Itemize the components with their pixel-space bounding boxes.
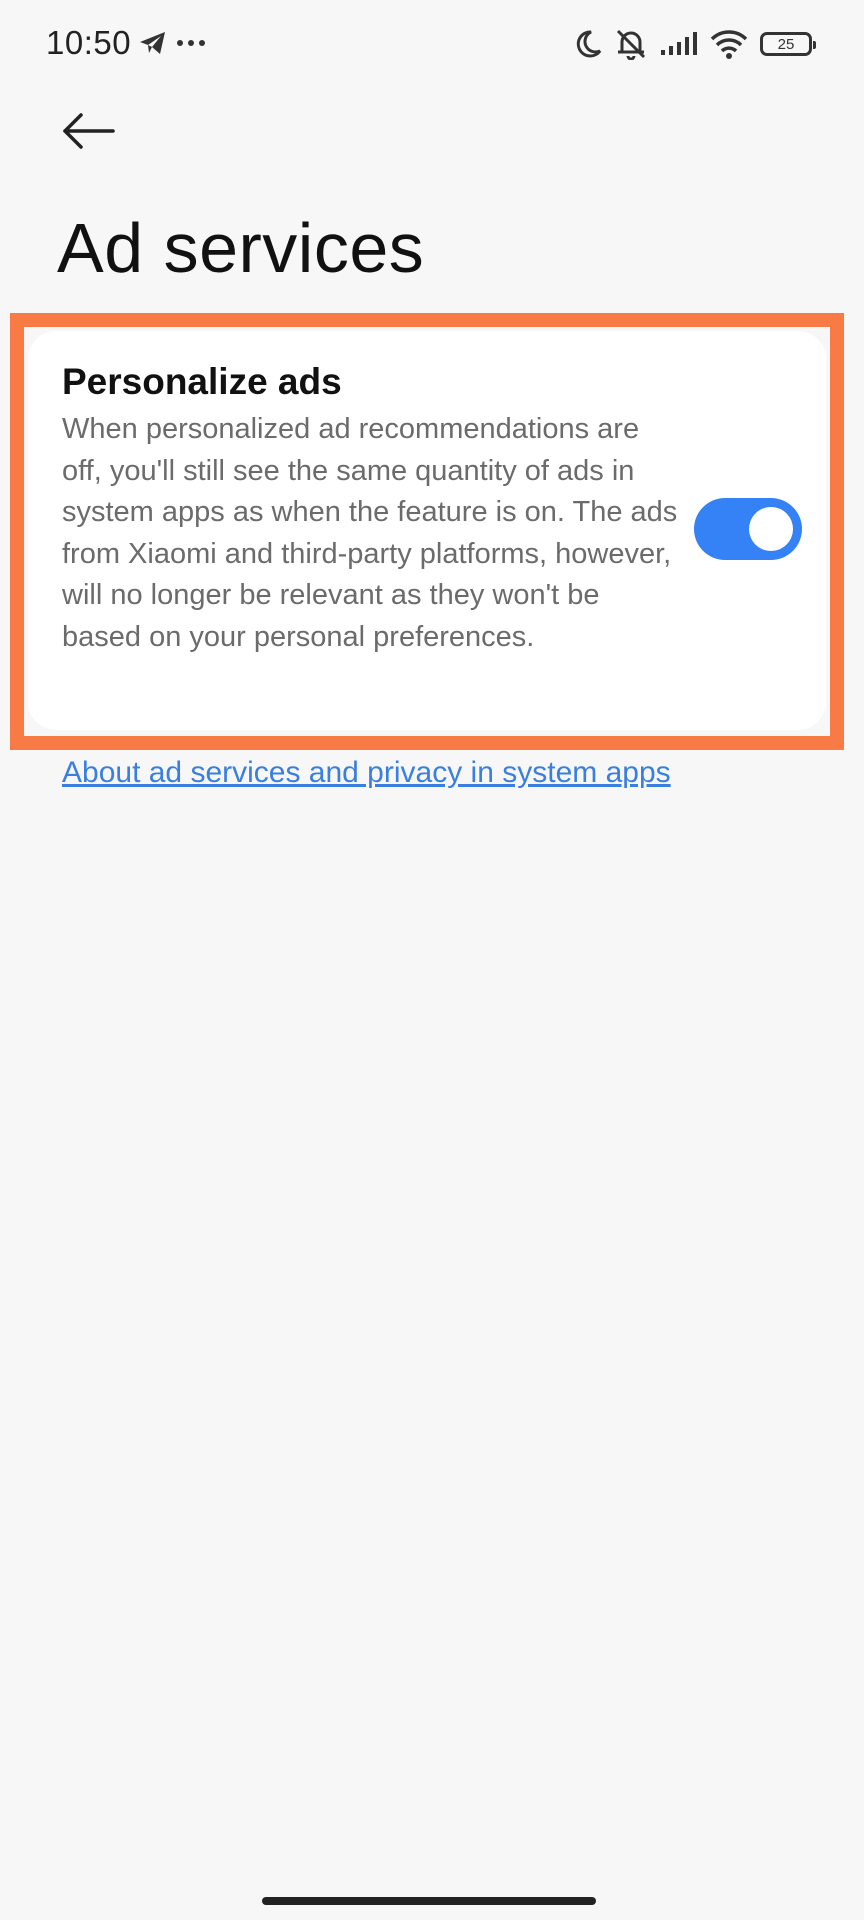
battery-level: 25 (777, 35, 795, 53)
setting-title: Personalize ads (62, 361, 342, 402)
about-ad-services-link[interactable]: About ad services and privacy in system … (62, 756, 671, 790)
home-indicator[interactable] (262, 1897, 596, 1905)
status-left-icons (138, 30, 206, 56)
setting-description: When personalized ad recommendations are… (62, 413, 678, 653)
status-time: 10:50 (46, 24, 132, 61)
moon-icon (574, 29, 602, 59)
back-button[interactable] (58, 104, 118, 158)
status-right-icons: 25 (574, 28, 816, 60)
silent-bell-icon (614, 28, 648, 60)
back-arrow-icon (61, 112, 115, 150)
telegram-icon (138, 30, 168, 56)
wifi-icon (710, 29, 748, 59)
more-dots-icon (176, 38, 206, 48)
personalize-ads-card[interactable]: Personalize ads When personalized ad rec… (28, 331, 826, 730)
toggle-knob (749, 507, 793, 551)
personalize-ads-toggle[interactable] (694, 498, 802, 560)
signal-icon (660, 32, 698, 56)
page-title: Ad services (57, 209, 425, 287)
status-bar: 10:50 25 (0, 0, 864, 92)
battery-icon: 25 (760, 32, 816, 56)
